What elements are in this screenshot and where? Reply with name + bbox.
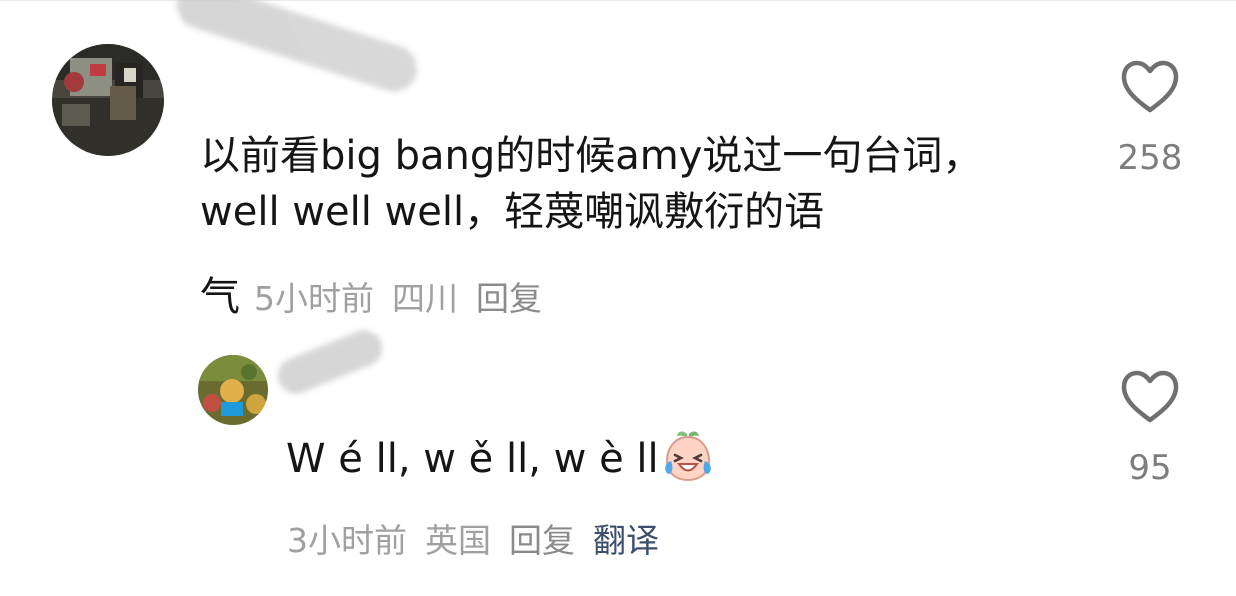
comment-text-tail: 气	[200, 274, 240, 320]
like-button[interactable]: 95	[1105, 368, 1195, 488]
reply-text-content: W é ll, w ě ll, w è ll	[286, 436, 659, 482]
avatar[interactable]	[198, 355, 268, 425]
comment-text: 以前看big bang的时候amy说过一句台词，well well well，轻…	[200, 133, 983, 235]
reply-button[interactable]: 回复	[509, 521, 575, 560]
avatar[interactable]	[52, 44, 164, 156]
reply-text: W é ll, w ě ll, w è ll	[286, 430, 766, 487]
like-button[interactable]: 258	[1105, 58, 1195, 178]
comment-meta: 气 5小时前 四川 回复	[200, 264, 560, 322]
like-count: 95	[1128, 448, 1172, 488]
translate-button[interactable]: 翻译	[593, 521, 659, 560]
reply-time: 3小时前	[287, 521, 407, 560]
heart-icon	[1121, 370, 1179, 423]
reply-location: 英国	[425, 521, 491, 560]
reply-button[interactable]: 回复	[476, 279, 542, 318]
reply-meta: 3小时前 英国 回复 翻译	[287, 514, 677, 562]
laughing-tears-emoji	[661, 430, 715, 482]
comment-thread: 以前看big bang的时候amy说过一句台词，well well well，轻…	[0, 0, 1236, 596]
username-redacted	[171, 0, 423, 98]
reply-item: W é ll, w ě ll, w è ll 3小时前 英国 回复 翻译 95	[0, 320, 1236, 596]
comment-item: 以前看big bang的时候amy说过一句台词，well well well，轻…	[0, 0, 1236, 320]
like-count: 258	[1117, 138, 1183, 178]
username-redacted	[272, 324, 388, 400]
heart-icon	[1121, 60, 1179, 113]
comment-location: 四川	[392, 279, 458, 318]
comment-time: 5小时前	[254, 279, 374, 318]
